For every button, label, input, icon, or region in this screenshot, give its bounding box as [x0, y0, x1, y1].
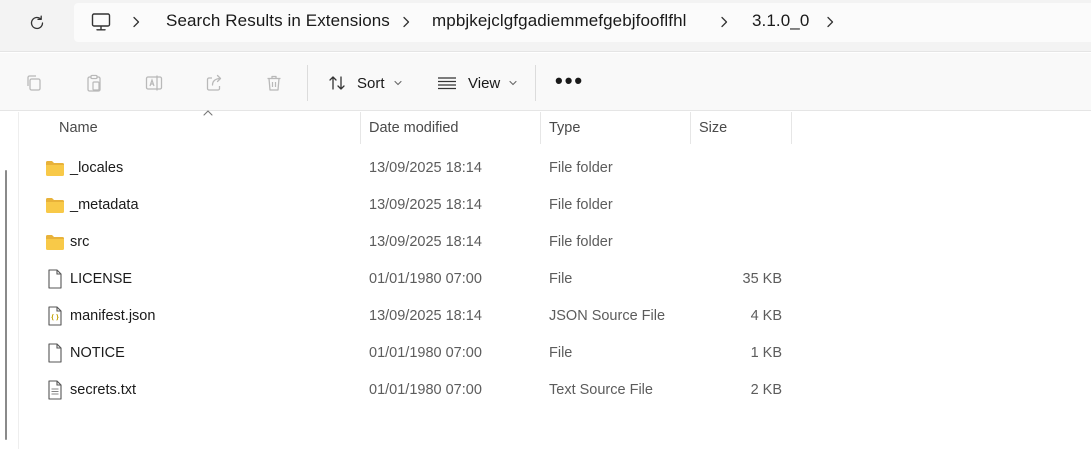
file-list: Name Date modified Type Size _locales 13/… — [0, 110, 1091, 449]
see-more-button[interactable]: ••• — [555, 70, 584, 92]
file-name: _locales — [70, 159, 124, 176]
chevron-down-icon — [393, 80, 402, 86]
file-row[interactable]: secrets.txt 01/01/1980 07:00 Text Source F… — [19, 371, 799, 408]
share-button[interactable] — [203, 72, 225, 94]
chevron-right-icon[interactable] — [130, 13, 142, 31]
file-type: File folder — [549, 233, 613, 250]
rename-icon — [145, 75, 163, 91]
file-date-modified: 13/09/2025 18:14 — [369, 159, 482, 176]
text-file-icon — [45, 379, 65, 400]
breadcrumb-item-search-results[interactable]: Search Results in Extensions — [166, 11, 390, 31]
folder-icon — [45, 158, 65, 178]
trash-icon — [267, 75, 281, 91]
json-file-icon — [45, 305, 65, 326]
file-name-cell[interactable]: manifest.json — [45, 297, 155, 334]
file-size: 1 KB — [750, 344, 782, 361]
column-header-type-label: Type — [549, 120, 581, 136]
file-date-modified: 13/09/2025 18:14 — [369, 233, 482, 250]
file-size: 4 KB — [750, 307, 782, 324]
copy-button[interactable] — [23, 72, 45, 94]
chevron-right-icon[interactable] — [824, 13, 836, 31]
file-row[interactable]: NOTICE 01/01/1980 07:00 File 1 KB — [19, 334, 799, 371]
column-header-size-label: Size — [699, 120, 728, 136]
toolbar-divider — [535, 65, 536, 101]
view-button[interactable]: View — [436, 68, 518, 98]
address-bar: Search Results in Extensions mpbjkejclgf… — [0, 0, 1091, 52]
file-name-cell[interactable]: _locales — [45, 149, 123, 186]
view-label: View — [468, 74, 501, 92]
file-icon — [45, 342, 65, 363]
file-size: 2 KB — [750, 381, 782, 398]
sort-label: Sort — [357, 74, 385, 92]
breadcrumb-item-version[interactable]: 3.1.0_0 — [752, 11, 809, 31]
file-type: Text Source File — [549, 381, 653, 398]
copy-icon — [27, 75, 41, 91]
toolbar-divider — [307, 65, 308, 101]
column-header-name-label: Name — [59, 120, 98, 136]
file-type: File folder — [549, 159, 613, 176]
file-icon — [45, 268, 65, 289]
paste-button[interactable] — [83, 72, 105, 94]
file-date-modified: 13/09/2025 18:14 — [369, 196, 482, 213]
file-row[interactable]: _metadata 13/09/2025 18:14 File folder — [19, 186, 799, 223]
column-header-row: Name Date modified Type Size — [19, 110, 799, 144]
file-name-cell[interactable]: NOTICE — [45, 334, 125, 371]
scrollbar-track[interactable] — [0, 112, 19, 449]
file-row[interactable]: src 13/09/2025 18:14 File folder — [19, 223, 799, 260]
file-size — [691, 186, 782, 223]
file-name: secrets.txt — [70, 381, 137, 398]
breadcrumb[interactable]: Search Results in Extensions mpbjkejclgf… — [74, 3, 1091, 42]
sort-arrows-icon — [329, 76, 345, 90]
folder-icon — [45, 232, 65, 252]
scrollbar-thumb[interactable] — [5, 170, 7, 440]
file-size: 35 KB — [742, 270, 783, 287]
breadcrumb-item-extension-id[interactable]: mpbjkejclgfgadiemmefgebjfooflfhl — [432, 11, 687, 31]
file-date-modified: 01/01/1980 07:00 — [369, 381, 482, 398]
file-row[interactable]: _locales 13/09/2025 18:14 File folder — [19, 149, 799, 186]
column-header-type[interactable]: Type — [541, 112, 691, 144]
chevron-right-icon[interactable] — [400, 13, 412, 31]
command-bar: Sort View ••• — [0, 53, 1091, 111]
file-name: LICENSE — [70, 270, 133, 287]
file-type: File — [549, 270, 573, 287]
chevron-right-icon[interactable] — [718, 13, 730, 31]
file-name-cell[interactable]: src — [45, 223, 89, 260]
file-type: JSON Source File — [549, 307, 666, 324]
file-type: File folder — [549, 196, 613, 213]
view-list-icon — [438, 77, 456, 90]
delete-button[interactable] — [263, 72, 285, 94]
chevron-down-icon — [509, 80, 517, 86]
folder-icon — [45, 195, 65, 215]
file-date-modified: 01/01/1980 07:00 — [369, 344, 482, 361]
file-name: src — [70, 233, 90, 250]
file-type: File — [549, 344, 573, 361]
file-name-cell[interactable]: _metadata — [45, 186, 139, 223]
file-row[interactable]: LICENSE 01/01/1980 07:00 File 35 KB — [19, 260, 799, 297]
file-name-cell[interactable]: LICENSE — [45, 260, 132, 297]
file-name: NOTICE — [70, 344, 125, 361]
column-header-name[interactable]: Name — [19, 112, 361, 144]
file-name-cell[interactable]: secrets.txt — [45, 371, 136, 408]
column-header-date-label: Date modified — [369, 120, 459, 136]
column-header-date-modified[interactable]: Date modified — [361, 112, 541, 144]
this-pc-button[interactable] — [90, 11, 112, 33]
refresh-icon — [30, 15, 44, 30]
share-icon — [206, 74, 222, 91]
rename-button[interactable] — [143, 72, 165, 94]
file-row[interactable]: manifest.json 13/09/2025 18:14 JSON Source… — [19, 297, 799, 334]
column-header-size[interactable]: Size — [691, 112, 792, 144]
paste-icon — [87, 74, 101, 92]
file-name: _metadata — [70, 196, 139, 213]
file-size — [691, 149, 782, 186]
refresh-button[interactable] — [24, 10, 50, 36]
file-date-modified: 13/09/2025 18:14 — [369, 307, 482, 324]
file-date-modified: 01/01/1980 07:00 — [369, 270, 482, 287]
file-name: manifest.json — [70, 307, 156, 324]
sort-button[interactable]: Sort — [327, 68, 403, 98]
monitor-icon — [91, 13, 111, 31]
file-size — [691, 223, 782, 260]
